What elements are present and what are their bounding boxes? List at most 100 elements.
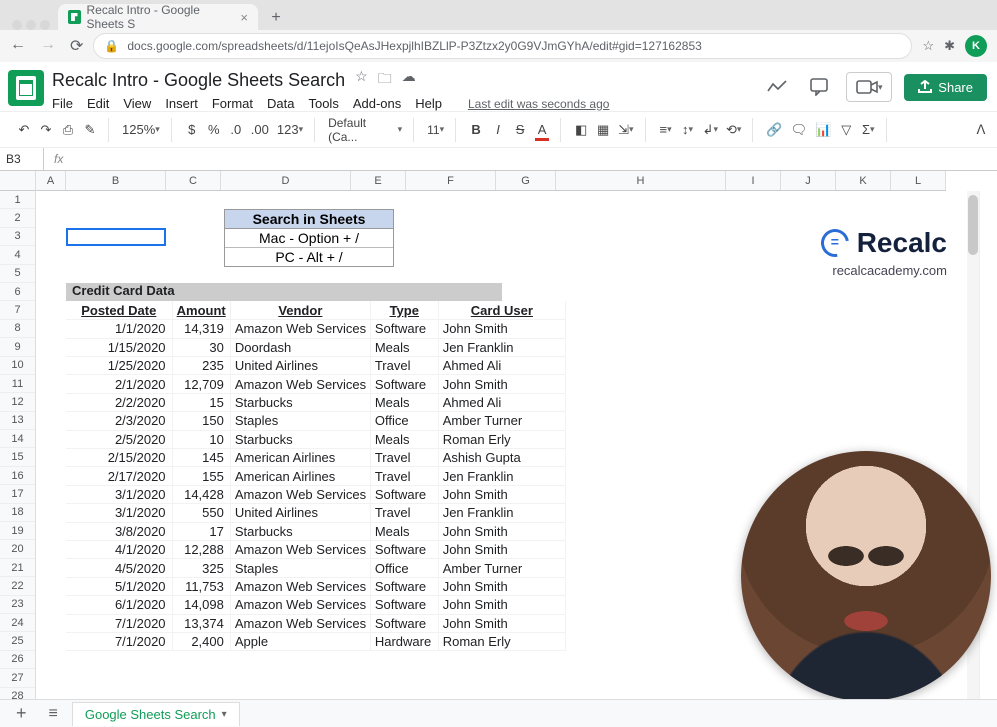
row-header[interactable]: 6 bbox=[0, 283, 35, 301]
table-row[interactable]: 2/15/2020145American AirlinesTravelAshis… bbox=[66, 449, 566, 467]
menu-view[interactable]: View bbox=[123, 96, 151, 111]
column-header[interactable]: L bbox=[891, 171, 946, 190]
undo-button[interactable]: ↶ bbox=[14, 118, 34, 142]
table-row[interactable]: 2/1/202012,709Amazon Web ServicesSoftwar… bbox=[66, 375, 566, 393]
cell-vendor[interactable]: Staples bbox=[230, 559, 370, 577]
cell-vendor[interactable]: Starbucks bbox=[230, 430, 370, 448]
cell-type[interactable]: Travel bbox=[370, 357, 438, 375]
cell-type[interactable]: Software bbox=[370, 540, 438, 558]
column-header[interactable]: E bbox=[351, 171, 406, 190]
format-currency-button[interactable]: $ bbox=[182, 118, 202, 142]
row-headers[interactable]: 1234567891011121314151617181920212223242… bbox=[0, 191, 36, 706]
menu-insert[interactable]: Insert bbox=[165, 96, 198, 111]
cell-amount[interactable]: 14,319 bbox=[172, 320, 230, 338]
row-header[interactable]: 21 bbox=[0, 559, 35, 577]
cell-user[interactable]: Jen Franklin bbox=[438, 504, 565, 522]
activity-icon[interactable] bbox=[762, 72, 792, 102]
tab-close-icon[interactable]: × bbox=[240, 10, 248, 25]
cell-type[interactable]: Travel bbox=[370, 467, 438, 485]
row-header[interactable]: 14 bbox=[0, 430, 35, 448]
paint-format-button[interactable]: ✎ bbox=[80, 118, 100, 142]
cell-amount[interactable]: 155 bbox=[172, 467, 230, 485]
row-header[interactable]: 11 bbox=[0, 375, 35, 393]
cell-date[interactable]: 3/8/2020 bbox=[66, 522, 172, 540]
insert-link-button[interactable]: 🔗 bbox=[763, 118, 785, 142]
row-header[interactable]: 23 bbox=[0, 596, 35, 614]
table-row[interactable]: 7/1/20202,400AppleHardwareRoman Erly bbox=[66, 632, 566, 650]
column-header[interactable]: C bbox=[166, 171, 221, 190]
cell-amount[interactable]: 13,374 bbox=[172, 614, 230, 632]
italic-button[interactable]: I bbox=[488, 118, 508, 142]
h-align-button[interactable]: ≡ bbox=[656, 118, 676, 142]
add-sheet-button[interactable]: + bbox=[8, 703, 35, 724]
cell-date[interactable]: 2/3/2020 bbox=[66, 412, 172, 430]
select-all-corner[interactable] bbox=[0, 171, 36, 191]
format-percent-button[interactable]: % bbox=[204, 118, 224, 142]
row-header[interactable]: 7 bbox=[0, 301, 35, 319]
cell-vendor[interactable]: Amazon Web Services bbox=[230, 375, 370, 393]
row-header[interactable]: 26 bbox=[0, 651, 35, 669]
column-header[interactable]: H bbox=[556, 171, 726, 190]
cell-user[interactable]: Jen Franklin bbox=[438, 467, 565, 485]
cell-vendor[interactable]: American Airlines bbox=[230, 467, 370, 485]
formula-input[interactable] bbox=[73, 148, 997, 170]
cell-vendor[interactable]: Starbucks bbox=[230, 393, 370, 411]
document-title[interactable]: Recalc Intro - Google Sheets Search bbox=[52, 70, 345, 91]
cell-type[interactable]: Meals bbox=[370, 522, 438, 540]
meet-present-button[interactable]: ▾ bbox=[846, 72, 892, 102]
reload-button[interactable]: ⟳ bbox=[70, 36, 83, 56]
cell-amount[interactable]: 2,400 bbox=[172, 632, 230, 650]
row-header[interactable]: 2 bbox=[0, 209, 35, 227]
more-formats-button[interactable]: 123 bbox=[274, 118, 306, 142]
insert-comment-button[interactable]: 🗨 bbox=[788, 118, 811, 142]
column-header[interactable]: I bbox=[726, 171, 781, 190]
new-tab-button[interactable]: + bbox=[264, 6, 288, 30]
row-header[interactable]: 19 bbox=[0, 522, 35, 540]
cell-user[interactable]: Roman Erly bbox=[438, 632, 565, 650]
fill-color-button[interactable]: ◧ bbox=[571, 118, 591, 142]
text-color-button[interactable]: A bbox=[532, 118, 552, 142]
cell-date[interactable]: 3/1/2020 bbox=[66, 504, 172, 522]
row-header[interactable]: 5 bbox=[0, 265, 35, 283]
row-header[interactable]: 3 bbox=[0, 228, 35, 246]
table-row[interactable]: 1/1/202014,319Amazon Web ServicesSoftwar… bbox=[66, 320, 566, 338]
table-row[interactable]: 2/17/2020155American AirlinesTravelJen F… bbox=[66, 467, 566, 485]
cell-type[interactable]: Software bbox=[370, 320, 438, 338]
sheet-tab-active[interactable]: Google Sheets Search ▾ bbox=[72, 702, 240, 726]
comments-icon[interactable] bbox=[804, 72, 834, 102]
cell-user[interactable]: John Smith bbox=[438, 577, 565, 595]
cell-vendor[interactable]: United Airlines bbox=[230, 504, 370, 522]
cell-type[interactable]: Meals bbox=[370, 430, 438, 448]
table-row[interactable]: 4/1/202012,288Amazon Web ServicesSoftwar… bbox=[66, 540, 566, 558]
row-header[interactable]: 16 bbox=[0, 467, 35, 485]
share-button[interactable]: Share bbox=[904, 74, 987, 101]
column-header[interactable]: A bbox=[36, 171, 66, 190]
strike-button[interactable]: S bbox=[510, 118, 530, 142]
cell-user[interactable]: Ashish Gupta bbox=[438, 449, 565, 467]
cell-type[interactable]: Software bbox=[370, 485, 438, 503]
back-button[interactable]: ← bbox=[10, 36, 26, 56]
insert-chart-button[interactable]: 📊 bbox=[812, 118, 834, 142]
profile-avatar[interactable]: K bbox=[965, 35, 987, 57]
cell-user[interactable]: John Smith bbox=[438, 540, 565, 558]
column-header[interactable]: J bbox=[781, 171, 836, 190]
star-icon[interactable]: ☆ bbox=[355, 68, 368, 92]
row-header[interactable]: 17 bbox=[0, 485, 35, 503]
table-row[interactable]: 1/25/2020235United AirlinesTravelAhmed A… bbox=[66, 357, 566, 375]
row-header[interactable]: 10 bbox=[0, 357, 35, 375]
url-bar[interactable]: 🔒 docs.google.com/spreadsheets/d/11ejoIs… bbox=[93, 33, 912, 59]
extensions-icon[interactable]: ✱ bbox=[944, 38, 955, 54]
column-headers[interactable]: ABCDEFGHIJKL bbox=[36, 171, 946, 191]
cell-user[interactable]: John Smith bbox=[438, 614, 565, 632]
cell-date[interactable]: 2/17/2020 bbox=[66, 467, 172, 485]
cell-amount[interactable]: 12,709 bbox=[172, 375, 230, 393]
font-size-selector[interactable]: 11 bbox=[424, 118, 447, 142]
row-header[interactable]: 22 bbox=[0, 577, 35, 595]
rotate-button[interactable]: ⟲ bbox=[723, 118, 744, 142]
table-row[interactable]: 5/1/202011,753Amazon Web ServicesSoftwar… bbox=[66, 577, 566, 595]
cell-vendor[interactable]: Amazon Web Services bbox=[230, 614, 370, 632]
zoom-selector[interactable]: 125% bbox=[119, 118, 163, 142]
cell-user[interactable]: John Smith bbox=[438, 596, 565, 614]
cell-amount[interactable]: 11,753 bbox=[172, 577, 230, 595]
cell-user[interactable]: Ahmed Ali bbox=[438, 357, 565, 375]
